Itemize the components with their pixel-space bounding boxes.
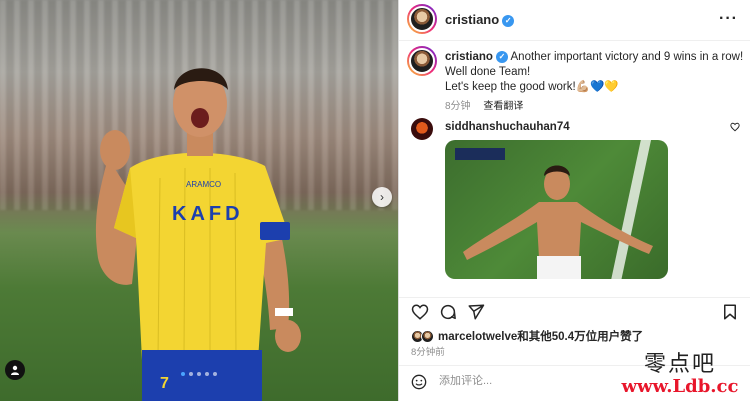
caption-meta: 8分钟 查看翻译 [445, 99, 745, 114]
caption-line-3: Let's keep the good work!💪🏼💙💛 [445, 81, 619, 93]
heart-icon[interactable] [730, 122, 740, 132]
celebrating-player [463, 165, 653, 279]
caption-username[interactable]: cristiano [445, 51, 493, 63]
post-side-panel: cristiano ✓ ··· cristiano ✓ Another import… [399, 0, 750, 401]
caption-line-2: Well done Team! [445, 66, 531, 78]
emoji-icon[interactable] [411, 374, 427, 390]
verified-icon: ✓ [495, 50, 508, 63]
jersey-sponsor-text: KAFD [172, 203, 244, 225]
likes-summary[interactable]: marcelotwelve和其他50.4万位用户赞了 [411, 328, 643, 344]
watermark-chinese: 零点吧 [643, 352, 716, 377]
heart-icon[interactable] [411, 303, 429, 321]
jersey-sponsor-small: ARAMCO [186, 180, 222, 189]
caption-line-1: Another important victory and 9 wins in … [510, 51, 744, 63]
avatar [421, 329, 434, 343]
carousel-dot [189, 372, 193, 376]
post-time: 8分钟前 [411, 347, 445, 358]
caption-avatar[interactable] [407, 46, 437, 76]
bookmark-icon[interactable] [721, 303, 739, 321]
share-icon[interactable] [467, 303, 485, 321]
likes-text[interactable]: marcelotwelve和其他50.4万位用户赞了 [438, 328, 643, 344]
post-image[interactable]: 7 ARAMCO KAFD › [0, 0, 398, 401]
avatar[interactable] [407, 4, 437, 34]
comment-username[interactable]: siddhanshuchauhan74 [445, 121, 570, 133]
header-username[interactable]: cristiano ✓ [445, 12, 515, 27]
comment-input[interactable] [437, 374, 641, 388]
comment-avatar[interactable] [411, 118, 433, 140]
caption: cristiano ✓ Another important victory and… [445, 50, 745, 114]
carousel-dots [181, 372, 217, 376]
comment-image[interactable] [445, 140, 668, 279]
verified-icon: ✓ [502, 14, 515, 27]
chevron-right-icon[interactable]: › [372, 187, 392, 207]
carousel-dot [205, 372, 209, 376]
translate-link[interactable]: 查看翻译 [483, 101, 523, 112]
caption-time: 8分钟 [445, 101, 471, 112]
more-icon[interactable]: ··· [719, 10, 738, 28]
action-bar [399, 297, 750, 320]
tag-user-icon[interactable] [5, 360, 25, 380]
post-header: cristiano ✓ ··· [399, 0, 750, 41]
shorts-number: 7 [160, 375, 169, 392]
watermark: 零点吧 www.Ldb.cc [612, 346, 748, 397]
username-text[interactable]: cristiano [445, 12, 499, 27]
carousel-dot [197, 372, 201, 376]
carousel-dot [213, 372, 217, 376]
watermark-url: www.Ldb.cc [621, 376, 739, 397]
comment-icon[interactable] [439, 303, 457, 321]
carousel-dot [181, 372, 185, 376]
